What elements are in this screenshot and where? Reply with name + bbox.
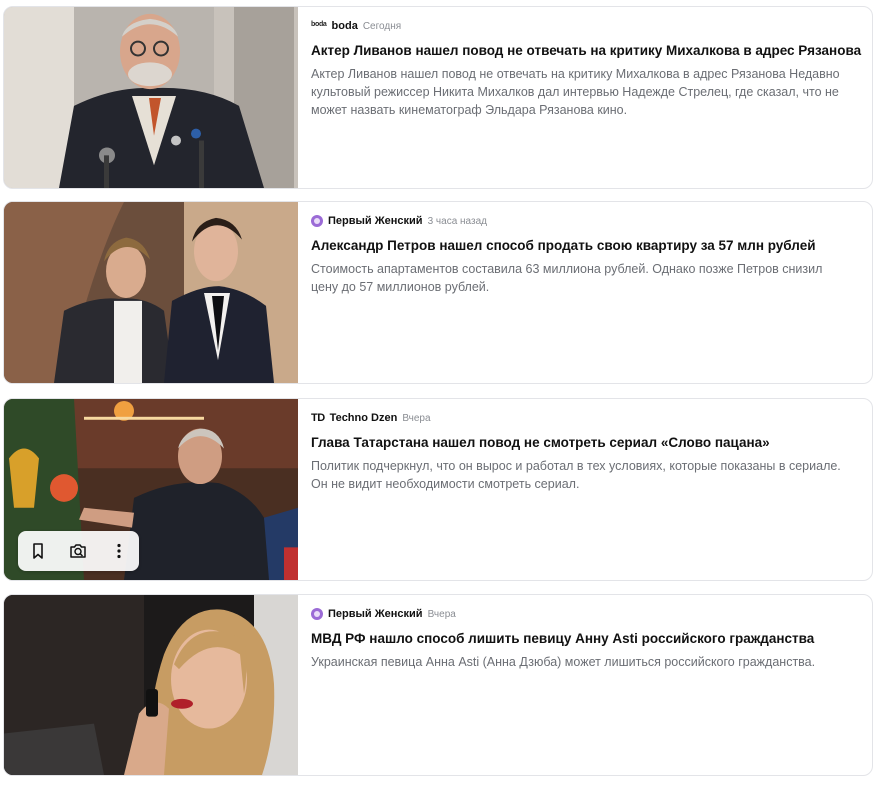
publish-time: 3 часа назад — [427, 215, 487, 227]
source-name[interactable]: Techno Dzen — [330, 412, 398, 424]
news-body: TD Techno Dzen Вчера Глава Татарстана на… — [298, 399, 872, 580]
photo-two-men — [4, 202, 298, 383]
boda-logo-icon: boda — [311, 21, 327, 28]
news-snippet: Украинская певица Анна Asti (Анна Дзюба)… — [311, 655, 816, 669]
news-snippet: Актер Ливанов нашел повод не отвечать на… — [311, 67, 840, 117]
source-row[interactable]: boda boda Сегодня — [311, 17, 861, 35]
source-name[interactable]: Первый Женский — [328, 608, 423, 620]
news-thumbnail[interactable] — [4, 595, 298, 775]
more-options-button[interactable] — [104, 536, 134, 566]
purple-circle-logo-icon — [311, 608, 323, 620]
photo-actor-speech — [4, 7, 298, 188]
news-card[interactable]: boda boda Сегодня Актер Ливанов нашел по… — [3, 6, 873, 189]
news-thumbnail[interactable] — [4, 202, 298, 383]
news-thumbnail[interactable] — [4, 7, 298, 188]
news-feed: boda boda Сегодня Актер Ливанов нашел по… — [0, 0, 877, 795]
news-snippet: Стоимость апартаментов составила 63 милл… — [311, 262, 823, 294]
publish-time: Сегодня — [362, 20, 402, 32]
news-card[interactable]: TD Techno Dzen Вчера Глава Татарстана на… — [3, 398, 873, 581]
bookmark-icon — [33, 543, 43, 559]
publish-time: Вчера — [402, 412, 431, 424]
news-snippet: Политик подчеркнул, что он вырос и работ… — [311, 459, 841, 491]
news-thumbnail[interactable] — [4, 399, 298, 580]
camera-search-button[interactable] — [63, 536, 93, 566]
bookmark-button[interactable] — [23, 536, 53, 566]
photo-singer-car — [4, 595, 298, 775]
news-body: Первый Женский Вчера МВД РФ нашло способ… — [298, 595, 872, 775]
purple-circle-logo-icon — [311, 215, 323, 227]
news-title[interactable]: МВД РФ нашло способ лишить певицу Анну A… — [311, 630, 860, 648]
td-logo-icon: TD — [311, 412, 325, 424]
news-title[interactable]: Актер Ливанов нашел повод не отвечать на… — [311, 42, 861, 60]
source-row[interactable]: Первый Женский Вчера — [311, 605, 860, 623]
news-title[interactable]: Глава Татарстана нашел повод не смотреть… — [311, 434, 860, 452]
image-toolbar — [18, 531, 139, 571]
publish-time: Вчера — [427, 608, 456, 620]
source-row[interactable]: Первый Женский 3 часа назад — [311, 212, 860, 230]
news-card[interactable]: Первый Женский 3 часа назад Александр Пе… — [3, 201, 873, 384]
source-row[interactable]: TD Techno Dzen Вчера — [311, 409, 860, 427]
camera-search-icon — [70, 544, 87, 558]
news-body: Первый Женский 3 часа назад Александр Пе… — [298, 202, 872, 383]
source-name[interactable]: Первый Женский — [328, 215, 423, 227]
news-body: boda boda Сегодня Актер Ливанов нашел по… — [298, 7, 872, 188]
news-card[interactable]: Первый Женский Вчера МВД РФ нашло способ… — [3, 594, 873, 776]
news-title[interactable]: Александр Петров нашел способ продать св… — [311, 237, 860, 255]
source-name[interactable]: boda — [332, 20, 358, 32]
more-vertical-icon — [117, 543, 121, 559]
